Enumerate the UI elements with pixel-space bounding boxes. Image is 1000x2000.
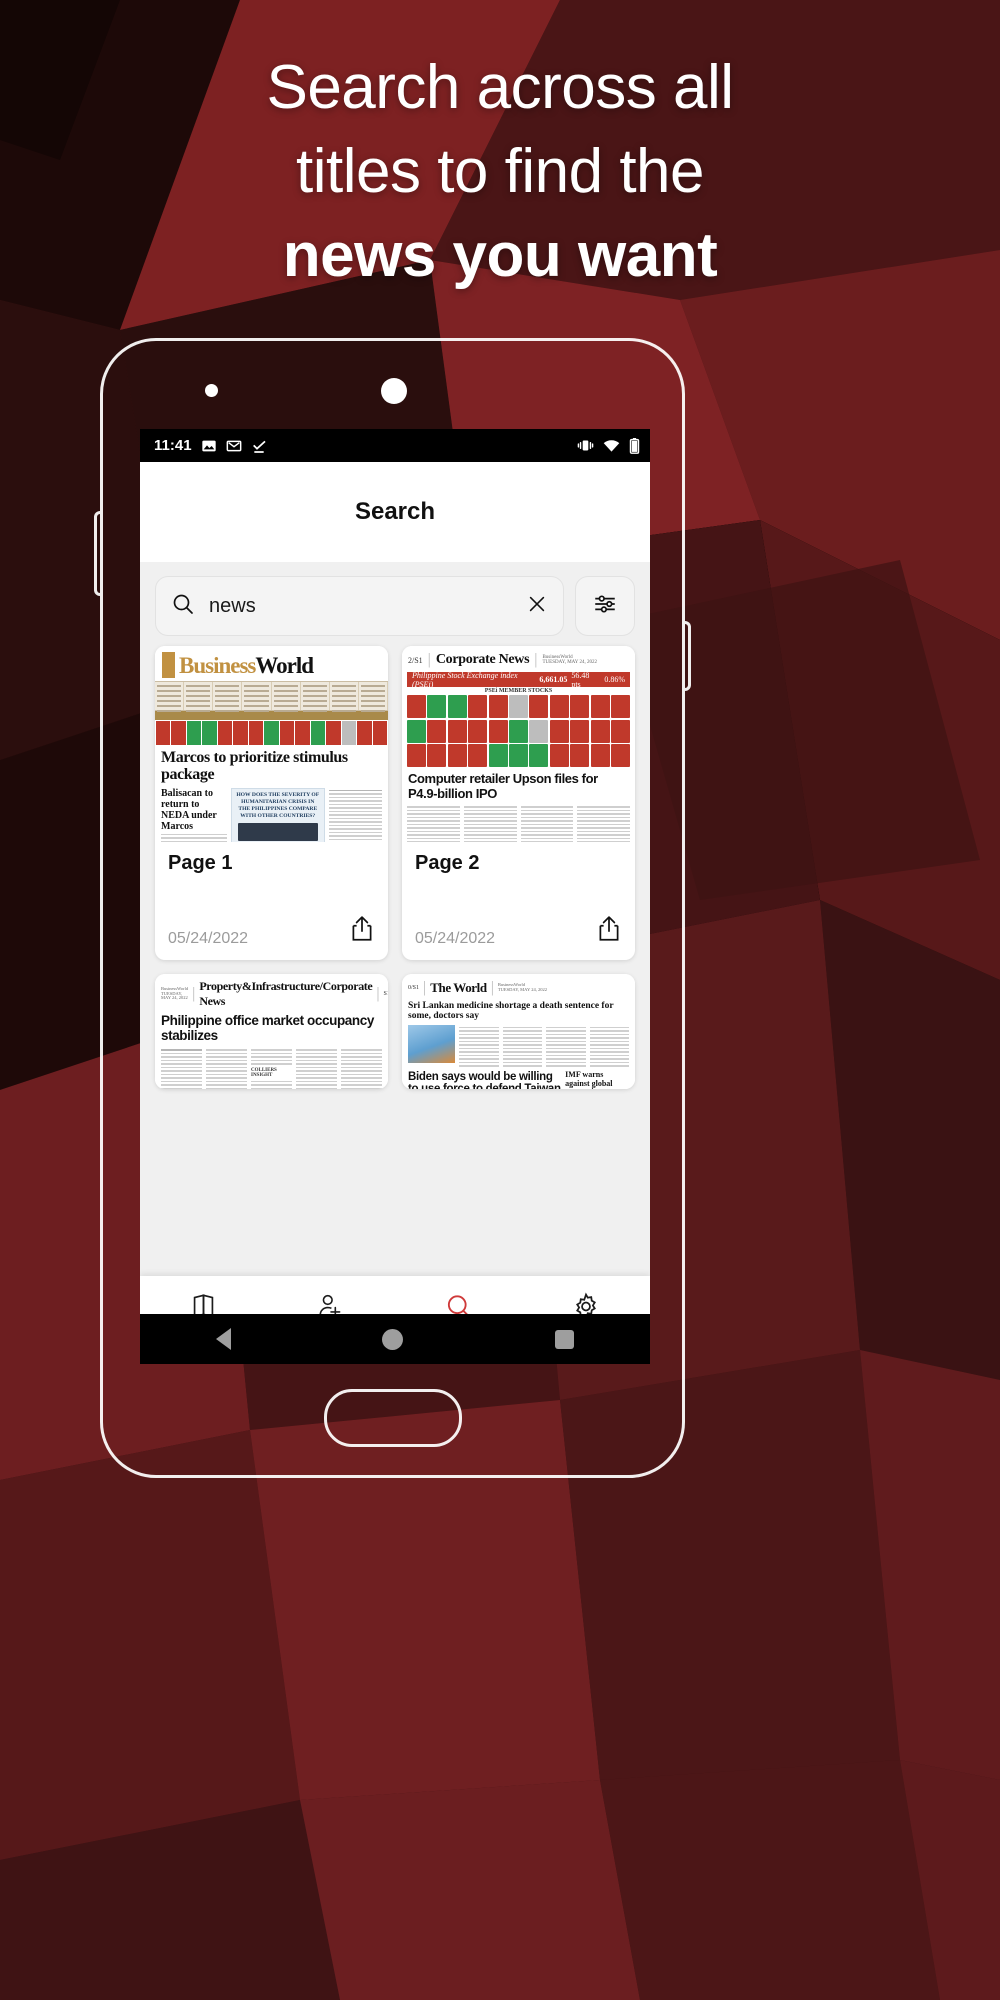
page-number: 0/S1 — [408, 985, 420, 991]
masthead-word-2: World — [255, 652, 314, 678]
gmail-icon — [226, 438, 242, 454]
paper-infographic: HOW DOES THE SEVERITY OF HUMANITARIAN CR… — [230, 787, 325, 842]
stock-tiles-row — [155, 720, 388, 746]
card-meta: Page 1 05/24/2022 — [155, 842, 388, 960]
result-card[interactable]: 2/S1 | Corporate News | BusinessWorld TUE… — [402, 646, 635, 960]
newspaper-page-3: BusinessWorld TUESDAY, MAY 24, 2022 | Pro… — [155, 974, 388, 1089]
result-card[interactable]: 0/S1 | The World | BusinessWorld TUESDAY,… — [402, 974, 635, 1089]
share-icon[interactable] — [596, 915, 622, 948]
section-name: Property&Infrastructure/Corporate News — [199, 979, 373, 1008]
psei-label: Philippine Stock Exchange index (PSEi) — [412, 670, 518, 689]
newspaper-page-4: 0/S1 | The World | BusinessWorld TUESDAY,… — [402, 974, 635, 1089]
page-thumbnail[interactable]: BusinessWorld Marcos to prioritize stimu… — [155, 646, 388, 842]
paper-headline-2: Biden says would be willing to use force… — [408, 1070, 561, 1089]
recents-square-icon[interactable] — [555, 1329, 575, 1349]
page-thumbnail[interactable]: BusinessWorld TUESDAY, MAY 24, 2022 | Pro… — [155, 974, 388, 1089]
phone-sensor-dot — [205, 384, 218, 397]
task-done-icon — [251, 438, 267, 454]
promo-line-3: news you want — [282, 221, 718, 290]
paper-sidebar: IMF warns against global economic fragme… — [565, 1069, 613, 1089]
close-icon[interactable] — [526, 593, 548, 620]
search-row: news — [140, 562, 650, 646]
status-bar: 11:41 — [140, 429, 650, 462]
infographic-title: HOW DOES THE SEVERITY OF HUMANITARIAN CR… — [236, 791, 320, 819]
psei-value: 6,661.05 — [539, 675, 568, 684]
psei-index-bar: Philippine Stock Exchange index (PSEi) 6… — [407, 670, 630, 689]
search-icon — [171, 592, 195, 621]
paper-subhead: Balisacan to return to NEDA under Marcos — [161, 787, 217, 832]
page-thumbnail[interactable]: 0/S1 | The World | BusinessWorld TUESDAY,… — [402, 974, 635, 1089]
search-screen-content: news BusinessWorld Marcos to prioritize … — [140, 562, 650, 1364]
search-results-grid: BusinessWorld Marcos to prioritize stimu… — [140, 646, 650, 1089]
phone-camera-dot — [381, 378, 407, 404]
filter-sliders-icon — [592, 591, 618, 622]
image-icon — [201, 438, 217, 454]
filter-button[interactable] — [575, 576, 635, 636]
masthead: BusinessWorld — [155, 646, 388, 681]
card-date: 05/24/2022 — [168, 930, 249, 947]
phone-power-button — [685, 621, 691, 691]
paper-headline: Sri Lankan medicine shortage a death sen… — [408, 1001, 614, 1022]
page-number: 2/S1 — [408, 655, 423, 665]
card-meta: Page 2 05/24/2022 — [402, 842, 635, 960]
promo-line-2: titles to find the — [295, 137, 705, 206]
masthead-logo-icon — [162, 652, 175, 678]
status-time: 11:41 — [154, 437, 192, 454]
psei-pct: 0.86% — [604, 675, 625, 684]
promo-line-1: Search across all — [266, 53, 734, 122]
result-card[interactable]: BusinessWorld TUESDAY, MAY 24, 2022 | Pro… — [155, 974, 388, 1089]
vibrate-icon — [577, 438, 594, 453]
date-bar — [155, 711, 388, 720]
card-title: Page 2 — [415, 852, 480, 874]
card-title: Page 1 — [168, 852, 233, 874]
paper-headline: Philippine office market occupancy stabi… — [161, 1013, 374, 1043]
app-bar: Search — [140, 462, 650, 562]
masthead-word-1: Business — [179, 652, 256, 678]
back-triangle-icon[interactable] — [215, 1328, 231, 1350]
phone-volume-button — [94, 511, 100, 596]
newspaper-page-1: BusinessWorld Marcos to prioritize stimu… — [155, 646, 388, 842]
search-input[interactable]: news — [155, 576, 564, 636]
page-title: Search — [354, 498, 436, 525]
card-date: 05/24/2022 — [415, 930, 496, 947]
paper-headline: Marcos to prioritize stimulus package — [161, 749, 348, 783]
home-circle-icon[interactable] — [382, 1328, 404, 1350]
section-name: The World — [430, 980, 487, 995]
share-icon[interactable] — [349, 915, 375, 948]
promo-headline: Search across all titles to find the new… — [0, 46, 1000, 298]
phone-screen: 11:41 Search news BusinessWorld Marcos t… — [140, 429, 650, 1364]
paper-photo — [408, 1024, 456, 1063]
psei-change: 56.48 pts — [571, 670, 590, 689]
newspaper-page-2: 2/S1 | Corporate News | BusinessWorld TUE… — [402, 646, 635, 842]
section-name: Corporate News — [435, 652, 530, 667]
search-query-text[interactable]: news — [209, 595, 512, 618]
android-navigation-bar — [140, 1314, 650, 1364]
stock-tile-grid — [402, 695, 635, 767]
market-ticker-strip — [155, 681, 388, 712]
phone-home-button — [323, 1389, 462, 1447]
result-card[interactable]: BusinessWorld Marcos to prioritize stimu… — [155, 646, 388, 960]
page-number: S1/3 — [383, 991, 388, 997]
paper-headline: Computer retailer Upson files for P4.9-b… — [408, 771, 598, 801]
page-thumbnail[interactable]: 2/S1 | Corporate News | BusinessWorld TUE… — [402, 646, 635, 842]
battery-icon — [629, 437, 640, 454]
section-header: 2/S1 | Corporate News | BusinessWorld TUE… — [408, 651, 597, 668]
wifi-icon — [603, 439, 620, 453]
insight-tag: COLLIERS INSIGHT — [251, 1067, 277, 1078]
phone-mockup: 11:41 Search news BusinessWorld Marcos t… — [94, 338, 691, 1478]
